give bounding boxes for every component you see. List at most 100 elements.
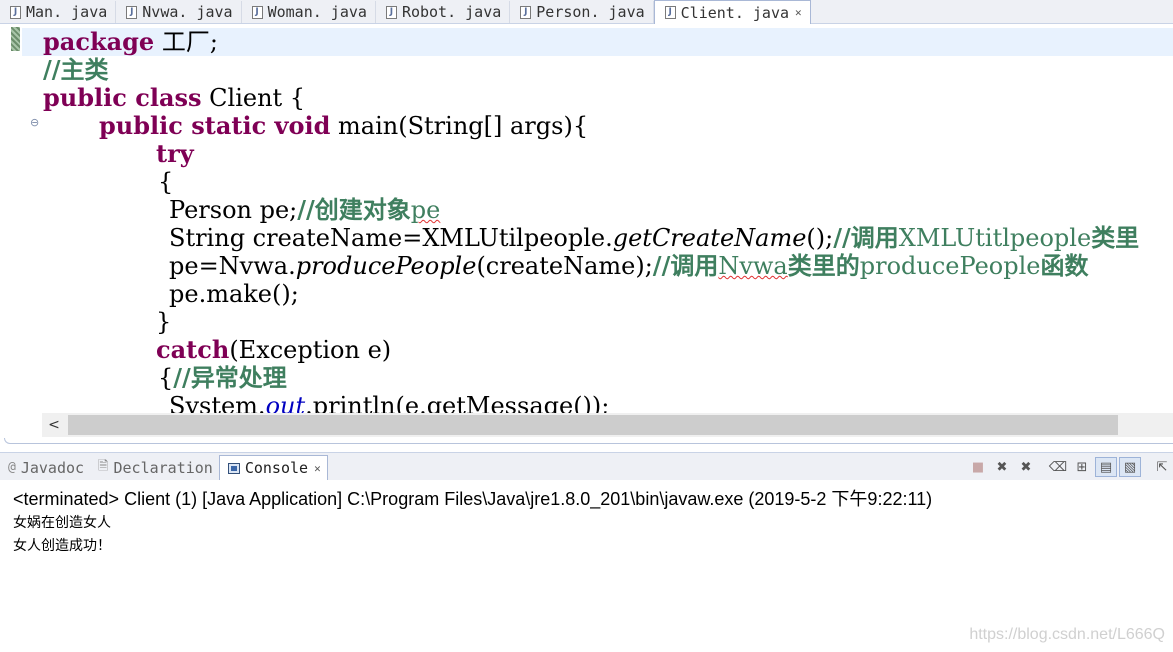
code-line-1: package 工厂; — [43, 27, 218, 57]
code-line-7: Person pe;//创建对象pe — [169, 195, 441, 225]
code-text: Client { — [201, 84, 306, 112]
java-file-icon: J — [664, 6, 676, 19]
code-text: { — [158, 364, 174, 392]
code-line-13: {//异常处理 — [158, 363, 287, 393]
code-text: (); — [806, 224, 834, 252]
code-text: (Exception e) — [229, 336, 392, 364]
console-output-line: 女人创造成功！ — [13, 538, 111, 554]
comment: 类里 — [1091, 223, 1140, 252]
scroll-left-arrow-icon[interactable]: < — [42, 413, 66, 437]
declaration-icon: 🗎 — [98, 458, 109, 474]
code-line-4: public static void main(String[] args){ — [99, 111, 589, 141]
tab-label: Person. java — [536, 3, 645, 21]
keyword: try — [156, 139, 194, 168]
close-icon[interactable]: ✕ — [795, 6, 802, 19]
tab-nvwa-java[interactable]: J Nvwa. java — [116, 1, 242, 23]
keyword: public class — [43, 83, 202, 112]
comment: 类里的 — [787, 251, 860, 280]
code-line-3: public class Client { — [43, 83, 306, 113]
tab-man-java[interactable]: J Man. java — [0, 1, 117, 23]
keyword: package — [43, 27, 155, 56]
overview-ruler — [0, 24, 22, 414]
clear-console-icon[interactable]: ⌫ — [1047, 457, 1069, 477]
method-name: producePeople — [295, 252, 477, 280]
comment: //创建对象 — [297, 195, 411, 224]
java-file-icon: J — [10, 5, 21, 19]
tab-label: Client. java — [680, 3, 790, 22]
code-text: pe=Nvwa. — [169, 252, 296, 280]
keyword: public static void — [99, 111, 331, 140]
ruler-marker — [11, 27, 20, 51]
keyword: catch — [156, 335, 230, 364]
code-editor[interactable]: ⊖ package 工厂; //主类 public class Client {… — [0, 24, 1173, 414]
java-file-icon: J — [520, 5, 532, 19]
code-text: main(String[] args){ — [330, 112, 589, 140]
tab-woman-java[interactable]: J Woman. java — [242, 1, 376, 23]
watermark: https://blog.csdn.net/L666Q — [969, 626, 1165, 643]
console-toolbar: ■ ✖ ✖ ⌫ ⊞ ▤ ▧ ⇱ — [965, 457, 1173, 477]
java-file-icon: J — [385, 5, 397, 19]
tab-javadoc[interactable]: @ Javadoc — [0, 455, 90, 480]
tab-robot-java[interactable]: J Robot. java — [376, 1, 511, 23]
code-line-12: catch(Exception e) — [156, 335, 392, 365]
static-field: out — [265, 392, 306, 414]
show-on-stdout-icon[interactable]: ▤ — [1095, 457, 1117, 477]
code-text: pe.make(); — [169, 280, 299, 308]
tab-declaration[interactable]: 🗎 Declaration — [90, 455, 219, 480]
console-icon — [227, 462, 240, 474]
close-icon[interactable]: ✕ — [314, 462, 321, 475]
at-icon: @ — [8, 460, 16, 475]
code-text: 工厂; — [154, 28, 218, 56]
tab-label: Declaration — [113, 458, 213, 477]
tab-person-java[interactable]: J Person. java — [510, 1, 654, 23]
terminate-icon[interactable]: ■ — [967, 457, 989, 477]
code-line-8: String createName=XMLUtilpeople.getCreat… — [169, 223, 1140, 253]
console-status-line: <terminated> Client (1) [Java Applicatio… — [13, 489, 933, 509]
code-text: } — [156, 308, 172, 336]
scroll-lock-icon[interactable]: ⊞ — [1071, 457, 1093, 477]
tab-label: Robot. java — [401, 3, 502, 21]
tab-label: Nvwa. java — [142, 3, 233, 21]
editor-tab-bar: J Man. java J Nvwa. java J Woman. java J… — [0, 0, 1173, 24]
comment: //异常处理 — [173, 363, 287, 392]
comment: pe — [410, 196, 441, 224]
show-on-stderr-icon[interactable]: ▧ — [1119, 457, 1141, 477]
code-text: Person pe; — [169, 196, 298, 224]
java-file-icon: J — [251, 5, 263, 19]
code-text: .println(e.getMessage()); — [305, 392, 610, 414]
fold-collapse-icon[interactable]: ⊖ — [30, 116, 39, 129]
comment: //调用 — [833, 223, 899, 252]
remove-all-terminated-icon[interactable]: ✖ — [1015, 457, 1037, 477]
console-output-line: 女娲在创造女人 — [13, 515, 111, 531]
tab-console[interactable]: Console ✕ — [218, 455, 328, 480]
code-line-14: System.out.println(e.getMessage()); — [169, 392, 609, 414]
remove-launch-icon[interactable]: ✖ — [991, 457, 1013, 477]
pin-console-icon[interactable]: ⇱ — [1151, 457, 1173, 477]
code-text: (createName); — [476, 252, 653, 280]
tab-label: Console — [244, 459, 309, 477]
code-line-9: pe=Nvwa.producePeople(createName);//调用Nv… — [169, 251, 1089, 281]
scrollbar-thumb[interactable] — [68, 415, 1118, 435]
code-line-5: try — [156, 140, 194, 168]
comment: //主类 — [43, 55, 109, 84]
tab-client-java[interactable]: J Client. java ✕ — [653, 0, 811, 24]
editor-frame-border — [4, 438, 1173, 444]
code-line-6: { — [158, 168, 173, 196]
comment: 函数 — [1040, 251, 1089, 280]
code-text: String createName=XMLUtilpeople. — [169, 224, 613, 252]
method-name: getCreateName — [612, 224, 807, 252]
comment: producePeople — [859, 252, 1041, 280]
code-line-10: pe.make(); — [169, 280, 299, 308]
tab-label: Man. java — [26, 3, 108, 21]
code-line-2: //主类 — [43, 56, 109, 84]
java-file-icon: J — [126, 5, 138, 19]
code-line-11: } — [156, 308, 171, 336]
comment: Nvwa — [718, 252, 788, 280]
comment: //调用 — [652, 251, 719, 280]
horizontal-scrollbar[interactable]: < — [42, 413, 1173, 437]
code-text: System. — [169, 392, 266, 414]
code-text: { — [158, 168, 174, 196]
comment: XMLUtitlpeople — [898, 224, 1092, 252]
tab-label: Javadoc — [20, 458, 85, 477]
console-panel: @ Javadoc 🗎 Declaration Console ✕ ■ ✖ ✖ … — [0, 452, 1173, 652]
